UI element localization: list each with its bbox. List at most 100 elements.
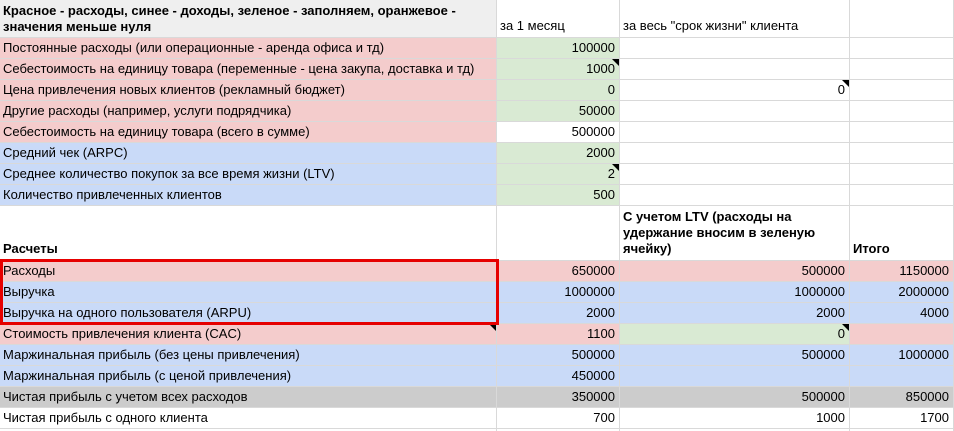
value-cell[interactable]: [620, 122, 850, 143]
value-cell[interactable]: 350000: [497, 387, 620, 408]
value-cell[interactable]: [850, 59, 954, 80]
cell-text: 1150000: [899, 263, 949, 278]
value-cell[interactable]: 50000: [497, 101, 620, 122]
value-cell[interactable]: [497, 206, 620, 261]
value-cell[interactable]: [620, 101, 850, 122]
note-marker-icon: [612, 164, 619, 171]
cell-text: Красное - расходы, синее - доходы, зелен…: [3, 3, 456, 34]
cell-text: 2000: [586, 305, 615, 320]
cell-text: 700: [593, 410, 615, 425]
row-label-cell[interactable]: Количество привлеченных клиентов: [0, 185, 497, 206]
row-label-cell[interactable]: Средний чек (ARPC): [0, 143, 497, 164]
value-cell[interactable]: 1000: [620, 408, 850, 429]
value-cell[interactable]: 2000000: [850, 282, 954, 303]
value-cell[interactable]: [850, 0, 954, 38]
row-label-cell[interactable]: Выручка: [0, 282, 497, 303]
value-cell[interactable]: [850, 324, 954, 345]
value-cell[interactable]: 0: [620, 80, 850, 101]
value-cell[interactable]: 500000: [620, 261, 850, 282]
cell-text: 1000000: [564, 284, 615, 299]
value-cell[interactable]: 2000: [620, 303, 850, 324]
value-cell[interactable]: С учетом LTV (расходы на удержание вноси…: [620, 206, 850, 261]
value-cell[interactable]: 2000: [497, 143, 620, 164]
cell-text: 1000000: [898, 347, 949, 362]
row-label-cell[interactable]: Расчеты: [0, 206, 497, 261]
value-cell[interactable]: 500000: [497, 345, 620, 366]
value-cell[interactable]: [620, 143, 850, 164]
value-cell[interactable]: [850, 366, 954, 387]
note-marker-icon: [612, 59, 619, 66]
row-label-cell[interactable]: Стоимость привлечения клиента (CAC): [0, 324, 497, 345]
value-cell[interactable]: 850000: [850, 387, 954, 408]
value-cell[interactable]: 1000000: [850, 345, 954, 366]
value-cell[interactable]: [620, 366, 850, 387]
value-cell[interactable]: 2000: [497, 303, 620, 324]
row-label-cell[interactable]: Среднее количество покупок за все время …: [0, 164, 497, 185]
value-cell[interactable]: [620, 59, 850, 80]
value-cell[interactable]: 450000: [497, 366, 620, 387]
cell-text: Стоимость привлечения клиента (CAC): [3, 326, 242, 341]
value-cell[interactable]: [620, 38, 850, 59]
value-cell[interactable]: 500000: [620, 387, 850, 408]
value-cell[interactable]: 1000000: [497, 282, 620, 303]
cell-text: 500000: [801, 389, 845, 404]
value-cell[interactable]: 100000: [497, 38, 620, 59]
cell-text: 1000: [586, 61, 615, 76]
value-cell[interactable]: за 1 месяц: [497, 0, 620, 38]
value-cell[interactable]: 1150000: [850, 261, 954, 282]
cell-text: 2000: [586, 145, 615, 160]
note-marker-icon: [489, 324, 496, 331]
cell-text: Выручка на одного пользователя (ARPU): [3, 305, 252, 320]
cell-text: 500: [593, 187, 615, 202]
row-label-cell[interactable]: Чистая прибыль с учетом всех расходов: [0, 387, 497, 408]
value-cell[interactable]: Итого: [850, 206, 954, 261]
row-label-cell[interactable]: Красное - расходы, синее - доходы, зелен…: [0, 0, 497, 38]
row-label-cell[interactable]: Расходы: [0, 261, 497, 282]
value-cell[interactable]: 1700: [850, 408, 954, 429]
row-label-cell[interactable]: Маржинальная прибыль (без цены привлечен…: [0, 345, 497, 366]
cell-text: Средний чек (ARPC): [3, 145, 128, 160]
value-cell[interactable]: 700: [497, 408, 620, 429]
value-cell[interactable]: 650000: [497, 261, 620, 282]
value-cell[interactable]: 1000000: [620, 282, 850, 303]
value-cell[interactable]: [850, 143, 954, 164]
value-cell[interactable]: [850, 38, 954, 59]
value-cell[interactable]: [620, 164, 850, 185]
value-cell[interactable]: [850, 80, 954, 101]
value-cell[interactable]: 0: [497, 80, 620, 101]
value-cell[interactable]: [850, 122, 954, 143]
value-cell[interactable]: 500000: [497, 122, 620, 143]
value-cell[interactable]: [850, 164, 954, 185]
value-cell[interactable]: [850, 101, 954, 122]
value-cell[interactable]: 2: [497, 164, 620, 185]
value-cell[interactable]: за весь "срок жизни" клиента: [620, 0, 850, 38]
value-cell[interactable]: 500000: [620, 345, 850, 366]
cell-text: Постоянные расходы (или операционные - а…: [3, 40, 385, 55]
value-cell[interactable]: [620, 185, 850, 206]
cell-text: 500000: [801, 347, 845, 362]
row-label-cell[interactable]: Себестоимость на единицу товара (перемен…: [0, 59, 497, 80]
value-cell[interactable]: 1000: [497, 59, 620, 80]
value-cell[interactable]: 0: [620, 324, 850, 345]
value-cell[interactable]: 1100: [497, 324, 620, 345]
row-label-cell[interactable]: Себестоимость на единицу товара (всего в…: [0, 122, 497, 143]
cell-text: Расходы: [3, 263, 56, 278]
value-cell[interactable]: [850, 185, 954, 206]
row-label-cell[interactable]: Постоянные расходы (или операционные - а…: [0, 38, 497, 59]
cell-text: 450000: [571, 368, 615, 383]
row-label-cell[interactable]: Чистая прибыль с одного клиента: [0, 408, 497, 429]
cell-text: 500000: [571, 347, 615, 362]
cell-text: 1700: [920, 410, 949, 425]
cell-text: Себестоимость на единицу товара (всего в…: [3, 124, 310, 139]
row-label-cell[interactable]: Цена привлечения новых клиентов (рекламн…: [0, 80, 497, 101]
cell-text: 500000: [571, 124, 615, 139]
cell-text: 2000000: [898, 284, 949, 299]
spreadsheet-grid: Красное - расходы, синее - доходы, зелен…: [0, 0, 954, 431]
cell-text: 4000: [920, 305, 949, 320]
row-label-cell[interactable]: Выручка на одного пользователя (ARPU): [0, 303, 497, 324]
value-cell[interactable]: 500: [497, 185, 620, 206]
value-cell[interactable]: 4000: [850, 303, 954, 324]
cell-text: Количество привлеченных клиентов: [3, 187, 222, 202]
row-label-cell[interactable]: Маржинальная прибыль (с ценой привлечени…: [0, 366, 497, 387]
row-label-cell[interactable]: Другие расходы (например, услуги подрядч…: [0, 101, 497, 122]
